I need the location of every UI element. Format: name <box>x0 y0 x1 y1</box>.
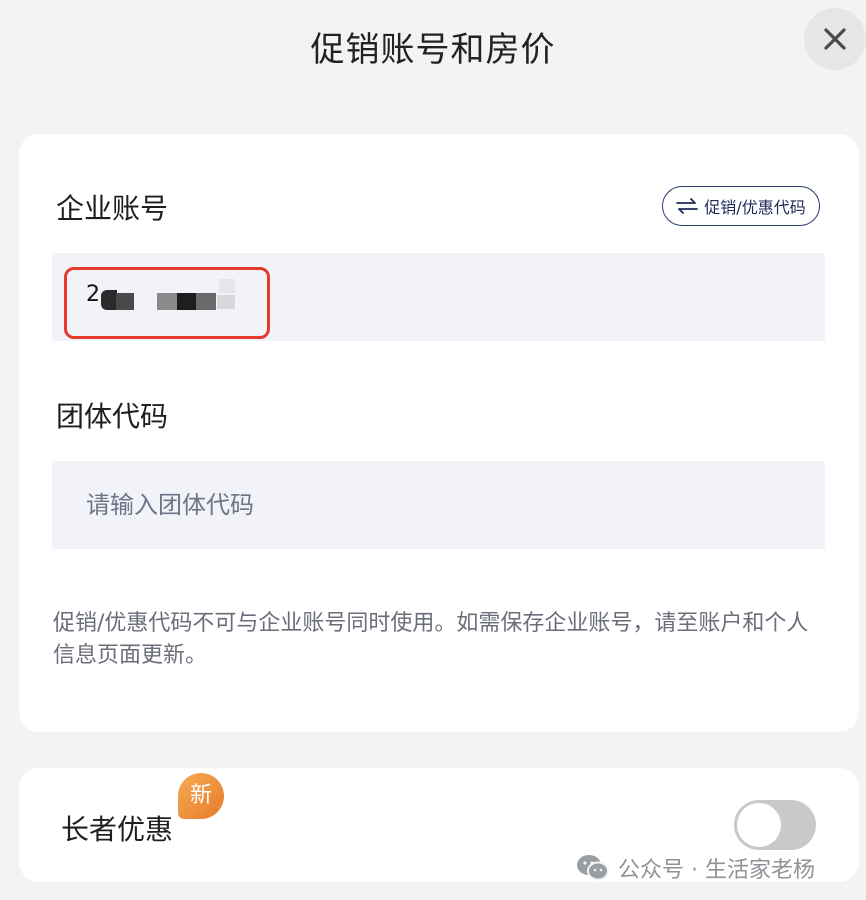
swap-arrows-icon <box>676 198 699 214</box>
senior-discount-label: 长者优惠 <box>61 813 174 846</box>
close-button[interactable] <box>804 8 866 70</box>
toggle-knob <box>737 803 781 847</box>
watermark-text: 公众号 · 生活家老杨 <box>618 858 815 883</box>
highlight-annotation <box>64 267 270 339</box>
notice-text: 促销/优惠代码不可与企业账号同时使用。如需保存企业账号，请至账户和个人信息页面更… <box>53 611 809 668</box>
switch-to-promo-code-button[interactable]: 促销/优惠代码 <box>662 186 820 226</box>
switch-chip-label: 促销/优惠代码 <box>704 198 806 217</box>
wechat-icon <box>577 855 609 881</box>
new-badge: 新 <box>178 773 224 819</box>
group-code-label: 团体代码 <box>56 400 169 433</box>
promo-account-card: 企业账号 促销/优惠代码 2 团体代码 促销/优惠代码不可与企业账号同时使用。如… <box>19 134 859 732</box>
watermark: 公众号 · 生活家老杨 <box>576 852 815 884</box>
page-title: 促销账号和房价 <box>310 30 556 70</box>
close-icon <box>824 28 846 50</box>
group-code-field <box>52 461 825 549</box>
senior-discount-toggle[interactable] <box>734 800 816 850</box>
group-code-input[interactable] <box>52 461 825 549</box>
corporate-account-label: 企业账号 <box>56 192 169 225</box>
